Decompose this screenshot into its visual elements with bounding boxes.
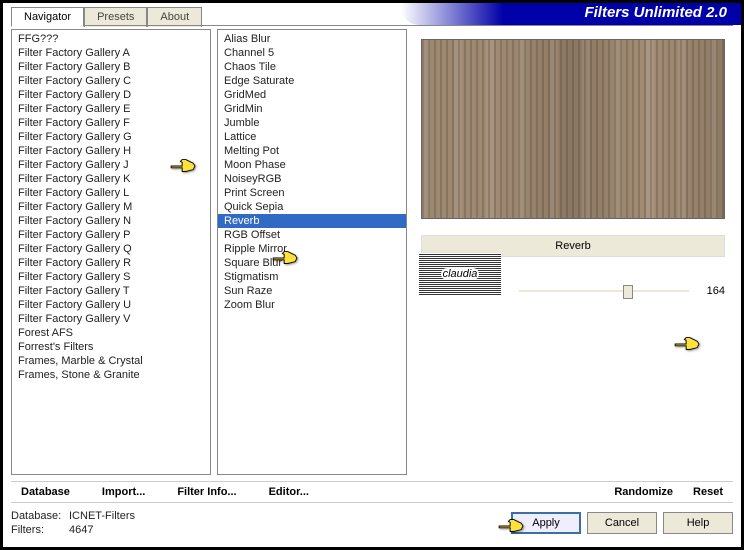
tab-presets[interactable]: Presets [84,7,147,27]
list-item[interactable]: Filter Factory Gallery H [12,144,210,158]
title-bar: Filters Unlimited 2.0 [401,3,741,25]
import-button[interactable]: Import... [92,484,155,500]
list-item[interactable]: Filter Factory Gallery D [12,88,210,102]
list-item[interactable]: Filter Factory Gallery P [12,228,210,242]
list-item[interactable]: Filter Factory Gallery R [12,256,210,270]
cancel-button[interactable]: Cancel [587,512,657,534]
list-item[interactable]: Alias Blur [218,32,406,46]
list-item[interactable]: Filter Factory Gallery F [12,116,210,130]
list-item[interactable]: Reverb [218,214,406,228]
tab-about[interactable]: About [147,7,202,27]
filter-info-button[interactable]: Filter Info... [167,484,246,500]
list-item[interactable]: Moon Phase [218,158,406,172]
database-button[interactable]: Database [11,484,80,500]
list-item[interactable]: Filter Factory Gallery K [12,172,210,186]
list-item[interactable]: Filter Factory Gallery L [12,186,210,200]
list-item[interactable]: Sun Raze [218,284,406,298]
list-item[interactable]: Filter Factory Gallery B [12,60,210,74]
preview-image [421,39,725,219]
slider-thumb[interactable] [623,285,633,299]
list-item[interactable]: Forrest's Filters [12,340,210,354]
list-item[interactable]: Square Blur [218,256,406,270]
list-item[interactable]: NoiseyRGB [218,172,406,186]
list-item[interactable]: Quick Sepia [218,200,406,214]
list-item[interactable]: Ripple Mirror [218,242,406,256]
randomize-button[interactable]: Randomize [604,484,683,500]
category-list[interactable]: FFG???Filter Factory Gallery AFilter Fac… [11,29,211,475]
list-item[interactable]: Print Screen [218,186,406,200]
list-item[interactable]: Filter Factory Gallery S [12,270,210,284]
status-info: Database:ICNET-Filters Filters:4647 [11,509,135,537]
list-item[interactable]: GridMin [218,102,406,116]
list-item[interactable]: RGB Offset [218,228,406,242]
list-item[interactable]: Jumble [218,116,406,130]
list-item[interactable]: FFG??? [12,32,210,46]
slider-track [519,290,689,292]
toolbar-row: Database Import... Filter Info... Editor… [11,481,733,503]
list-item[interactable]: Forest AFS [12,326,210,340]
editor-button[interactable]: Editor... [259,484,319,500]
list-item[interactable]: Filter Factory Gallery C [12,74,210,88]
list-item[interactable]: Filter Factory Gallery Q [12,242,210,256]
filter-list[interactable]: Alias BlurChannel 5Chaos TileEdge Satura… [217,29,407,475]
list-item[interactable]: Filter Factory Gallery T [12,284,210,298]
list-item[interactable]: Filter Factory Gallery A [12,46,210,60]
list-item[interactable]: Filter Factory Gallery N [12,214,210,228]
reset-button[interactable]: Reset [683,484,733,500]
main-panels: FFG???Filter Factory Gallery AFilter Fac… [11,29,733,475]
list-item[interactable]: Chaos Tile [218,60,406,74]
list-item[interactable]: Filter Factory Gallery M [12,200,210,214]
list-item[interactable]: Zoom Blur [218,298,406,312]
tab-separator [11,25,733,26]
watermark-stamp: claudia [419,253,501,295]
status-row: Database:ICNET-Filters Filters:4647 Appl… [11,507,733,539]
tab-navigator[interactable]: Navigator [11,7,84,27]
param-value: 164 [697,285,725,297]
list-item[interactable]: GridMed [218,88,406,102]
preview-pane: Reverb Reverberations 164 [413,29,733,475]
list-item[interactable]: Filter Factory Gallery U [12,298,210,312]
list-item[interactable]: Frames, Marble & Crystal [12,354,210,368]
tabs: Navigator Presets About [11,7,202,27]
list-item[interactable]: Filter Factory Gallery G [12,130,210,144]
list-item[interactable]: Filter Factory Gallery J [12,158,210,172]
list-item[interactable]: Edge Saturate [218,74,406,88]
help-button[interactable]: Help [663,512,733,534]
list-item[interactable]: Lattice [218,130,406,144]
list-item[interactable]: Melting Pot [218,144,406,158]
apply-button[interactable]: Apply [511,512,581,534]
param-slider[interactable] [519,281,689,301]
list-item[interactable]: Filter Factory Gallery V [12,312,210,326]
list-item[interactable]: Stigmatism [218,270,406,284]
list-item[interactable]: Channel 5 [218,46,406,60]
list-item[interactable]: Frames, Stone & Granite [12,368,210,382]
list-item[interactable]: Filter Factory Gallery E [12,102,210,116]
